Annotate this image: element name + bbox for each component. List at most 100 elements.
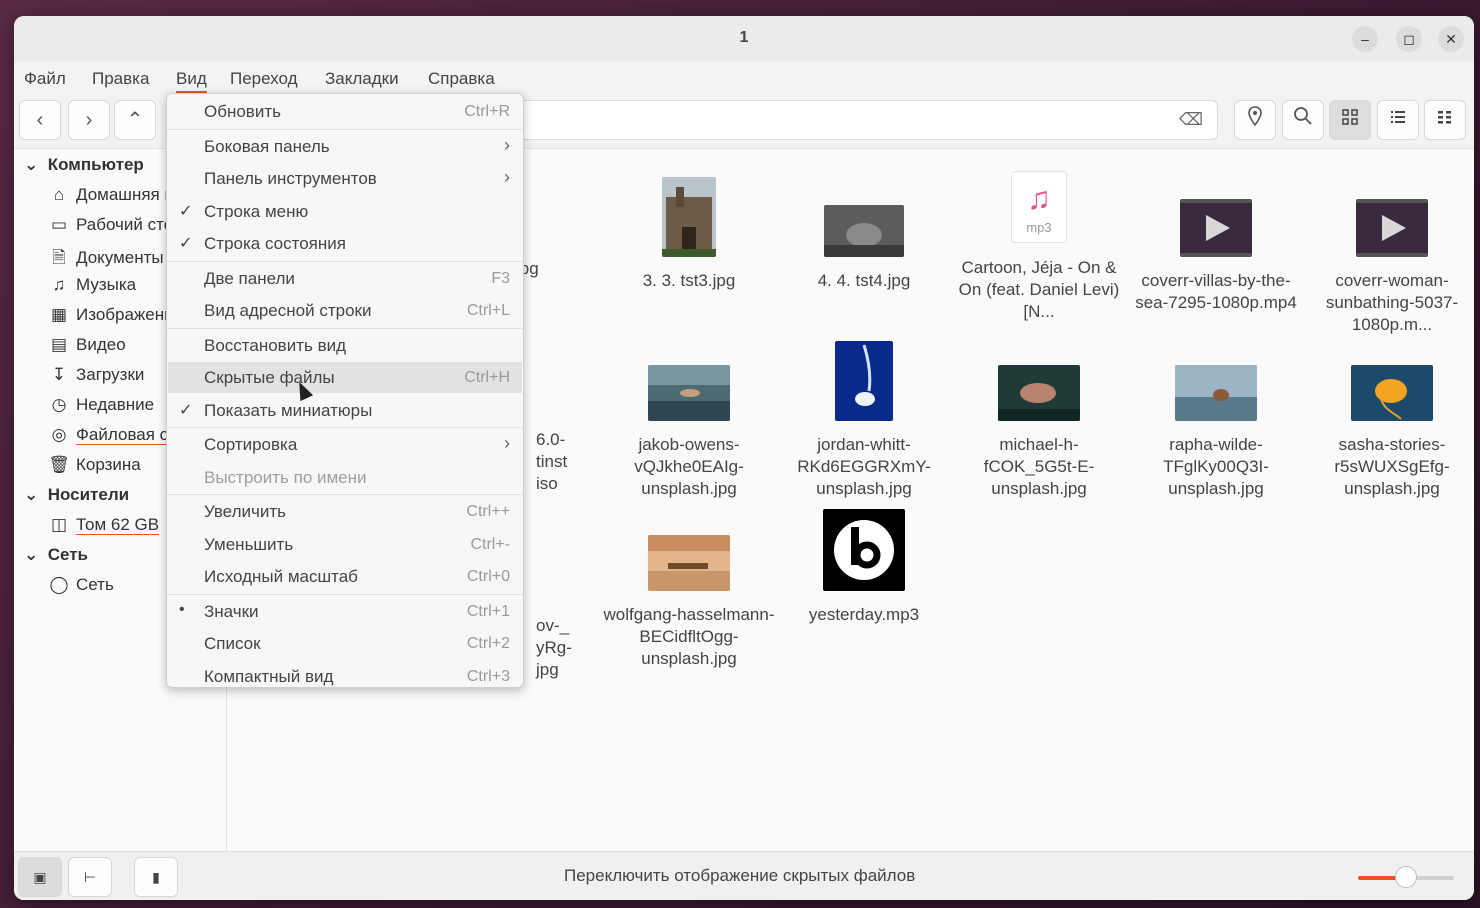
menu-edit[interactable]: Правка	[92, 69, 149, 89]
view-menu-item[interactable]: Восстановить вид	[168, 330, 522, 361]
toggle-sidebar-button[interactable]: ▮	[134, 857, 178, 897]
file-item[interactable]: 4. 4. tst4.jpg	[778, 177, 950, 292]
menu-go[interactable]: Переход	[230, 69, 298, 89]
view-menu-item[interactable]: Боковая панель ›	[168, 131, 522, 162]
minimize-button[interactable]: –	[1352, 26, 1378, 52]
tree-panel-button[interactable]: ⊢	[68, 857, 112, 897]
view-menu-item[interactable]: ✓ Показать миниатюры	[168, 395, 522, 426]
file-item[interactable]: jordan-whitt-RKd6EGGRXmY-unsplash.jpg	[778, 341, 950, 500]
sidebar-section-devices[interactable]: ⌄ Носители	[24, 485, 129, 505]
file-name: ov-_ yRg- jpg	[536, 616, 572, 679]
file-item[interactable]: coverr-villas-by-the-sea-7295-1080p.mp4	[1130, 177, 1302, 314]
location-pin-button[interactable]	[1234, 100, 1276, 140]
grid-icon	[1342, 109, 1358, 125]
close-button[interactable]: ✕	[1438, 26, 1464, 52]
network-icon: ◯	[49, 575, 69, 594]
view-menu-item-label: Исходный масштаб	[204, 567, 358, 586]
view-menu-item[interactable]: Список Ctrl+2	[168, 628, 522, 659]
sidebar-section-label: Носители	[47, 485, 130, 504]
search-icon	[1294, 107, 1312, 125]
menu-view[interactable]: Вид	[176, 69, 207, 93]
file-item[interactable]: sasha-stories-r5sWUXSgEfg-unsplash.jpg	[1306, 341, 1474, 500]
sidebar-item-label: Музыка	[76, 275, 137, 294]
view-menu-shortcut: Ctrl+2	[466, 635, 510, 652]
tree-icon: ⊢	[83, 869, 97, 885]
file-type-badge: mp3	[1026, 220, 1052, 235]
view-menu-item-label: Панель инструментов	[204, 169, 377, 188]
icon-view-button[interactable]	[1329, 100, 1371, 140]
view-menu-item[interactable]: Обновить Ctrl+R	[168, 96, 522, 127]
view-menu-item-label: Восстановить вид	[204, 335, 347, 355]
file-name: sasha-stories-r5sWUXSgEfg-unsplash.jpg	[1334, 435, 1450, 498]
compact-icon	[1438, 111, 1451, 124]
file-name: coverr-woman-sunbathing-5037-1080p.m...	[1325, 271, 1459, 334]
check-icon: ✓	[179, 401, 193, 419]
view-menu-shortcut: Ctrl+0	[466, 568, 510, 585]
view-menu-item[interactable]: Две панели F3	[168, 263, 522, 294]
menu-bookmarks[interactable]: Закладки	[325, 69, 399, 89]
trash-icon: 🗑	[48, 455, 70, 474]
clear-location-icon[interactable]: ⌫	[1179, 110, 1203, 130]
menu-file[interactable]: Файл	[24, 69, 66, 89]
sidebar-section-network[interactable]: ⌄ Сеть	[24, 545, 88, 565]
file-item[interactable]: yesterday.mp3	[778, 509, 950, 626]
location-bar[interactable]: ⌫	[520, 100, 1218, 140]
view-menu-item[interactable]: Панель инструментов ›	[168, 163, 522, 194]
view-menu-item[interactable]: Компактный вид Ctrl+3	[168, 661, 522, 692]
file-item[interactable]: wolfgang-hasselmann-BECidfltOgg-unsplash…	[603, 509, 775, 670]
search-button[interactable]	[1282, 100, 1324, 140]
zoom-slider-handle[interactable]	[1395, 866, 1417, 888]
view-menu-item[interactable]: Увеличить Ctrl++	[168, 496, 522, 527]
sidebar-section-computer[interactable]: ⌄ Компьютер	[24, 155, 144, 175]
file-name: coverr-villas-by-the-sea-7295-1080p.mp4	[1135, 271, 1297, 312]
window-title: 1	[739, 29, 749, 46]
file-item[interactable]: ♫ mp3 Cartoon, Jéja - On & On (feat. Dan…	[953, 171, 1125, 323]
sidebar-item-label: Видео	[76, 335, 126, 354]
sidebar-item-label: Корзина	[76, 455, 141, 474]
back-button[interactable]: ‹	[19, 100, 61, 140]
file-thumbnail	[1175, 365, 1257, 421]
view-menu-item[interactable]: • Значки Ctrl+1	[168, 596, 522, 627]
file-item[interactable]: 3. 3. tst3.jpg	[603, 177, 775, 292]
sidebar-section-label: Сеть	[47, 545, 88, 564]
view-menu-shortcut: Ctrl+1	[466, 602, 510, 620]
view-menu-item[interactable]: ✓ Строка меню	[168, 196, 522, 227]
menu-help[interactable]: Справка	[428, 69, 495, 89]
video-thumbnail	[1180, 199, 1252, 257]
music-icon: ♫	[52, 275, 66, 294]
file-item[interactable]: jakob-owens-vQJkhe0EAIg-unsplash.jpg	[603, 341, 775, 500]
sidebar-item-label: Загрузки	[76, 365, 145, 384]
menu-separator	[167, 494, 523, 495]
file-thumbnail	[835, 341, 893, 421]
places-panel-button[interactable]: ▣	[18, 857, 62, 897]
image-icon: ▦	[50, 305, 68, 324]
view-menu-item-label: Две панели	[204, 268, 295, 288]
view-menu-item[interactable]: Сортировка ›	[168, 429, 522, 460]
submenu-arrow-icon: ›	[504, 433, 510, 453]
file-item[interactable]: rapha-wilde-TFglKy00Q3I-unsplash.jpg	[1130, 341, 1302, 500]
view-menu-item[interactable]: Исходный масштаб Ctrl+0	[168, 561, 522, 592]
view-menu-item-label: Уменьшить	[204, 534, 294, 554]
list-view-button[interactable]	[1377, 100, 1419, 140]
maximize-button[interactable]: ◻	[1396, 26, 1422, 52]
document-icon: 🗎	[52, 248, 66, 267]
view-menu-item-label: Обновить	[204, 102, 281, 121]
view-menu-item[interactable]: Скрытые файлы Ctrl+H	[168, 362, 522, 393]
view-menu-item-label: Вид адресной строки	[204, 301, 372, 320]
up-button[interactable]: ⌃	[114, 100, 156, 140]
view-menu-item-label: Увеличить	[204, 502, 286, 521]
file-thumbnail	[1351, 365, 1433, 421]
view-menu: Обновить Ctrl+R Боковая панель › Панель инст…	[166, 93, 524, 688]
file-name: yesterday.mp3	[808, 605, 920, 624]
view-menu-item[interactable]: Вид адресной строки Ctrl+L	[168, 295, 522, 326]
file-item[interactable]: coverr-woman-sunbathing-5037-1080p.m...	[1306, 177, 1474, 336]
file-item[interactable]: michael-h-fCOK_5G5t-E-unsplash.jpg	[953, 341, 1125, 500]
view-menu-item-label: Скрытые файлы	[204, 368, 335, 387]
view-menu-item[interactable]: Уменьшить Ctrl+-	[168, 529, 522, 560]
view-menu-item[interactable]: ✓ Строка состояния	[168, 228, 522, 259]
sidebar-item-label: Документы	[76, 248, 164, 267]
forward-button[interactable]: ›	[68, 100, 110, 140]
recent-icon: ◷	[51, 395, 67, 414]
compact-view-button[interactable]	[1424, 100, 1466, 140]
zoom-slider[interactable]	[1358, 866, 1454, 888]
